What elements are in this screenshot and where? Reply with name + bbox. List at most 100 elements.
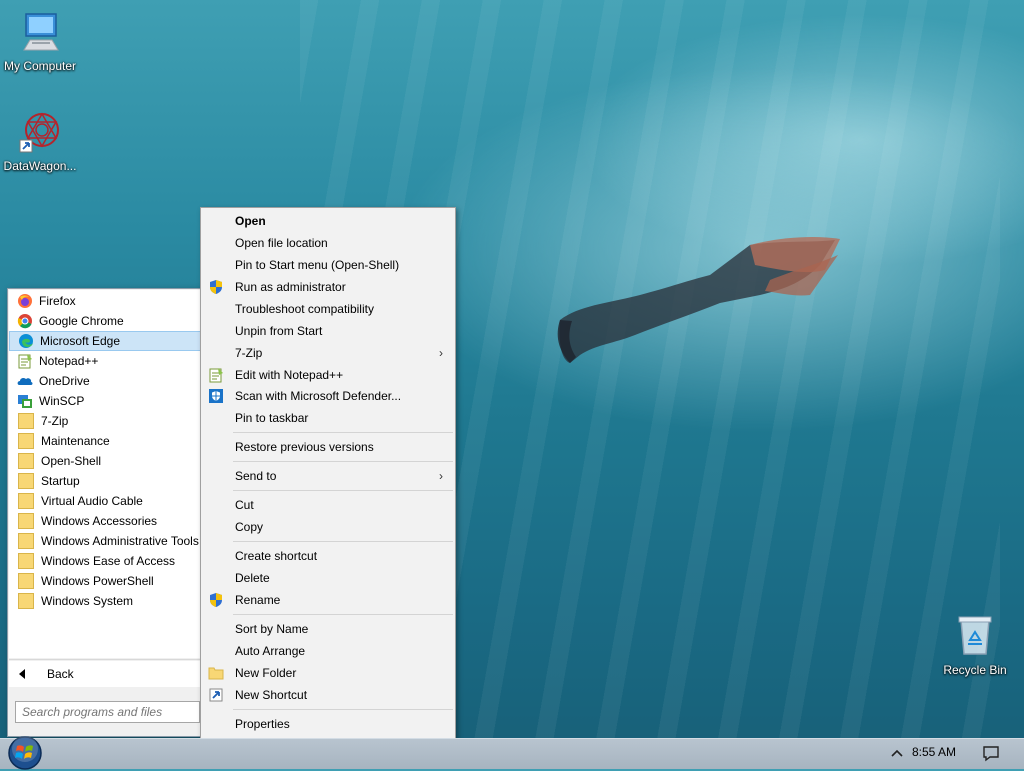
- program-label: Notepad++: [39, 354, 99, 368]
- menu-item-send-to[interactable]: Send to ›: [203, 465, 453, 487]
- submenu-arrow-icon: ›: [439, 469, 443, 483]
- folder-icon: [18, 413, 34, 429]
- menu-item-unpin-from-start[interactable]: Unpin from Start: [203, 320, 453, 342]
- program-label: Windows Accessories: [41, 514, 158, 528]
- menu-item-label: Create shortcut: [235, 549, 318, 563]
- menu-item-new-shortcut[interactable]: New Shortcut: [203, 684, 453, 706]
- menu-separator: [233, 432, 453, 433]
- menu-item-label: Open file location: [235, 236, 328, 250]
- action-center-icon[interactable]: [982, 744, 1000, 762]
- program-label: 7-Zip: [41, 414, 69, 428]
- program-item-windows-system[interactable]: Windows System: [9, 591, 202, 611]
- menu-item-7zip[interactable]: 7-Zip ›: [203, 342, 453, 364]
- desktop-icon-my-computer[interactable]: My Computer: [0, 10, 80, 73]
- menu-item-sort-by-name[interactable]: Sort by Name: [203, 618, 453, 640]
- datawagon-logo-icon: [19, 112, 59, 153]
- program-item-virtual-audio-cable[interactable]: Virtual Audio Cable: [9, 491, 202, 511]
- program-item-onedrive[interactable]: OneDrive: [9, 371, 202, 391]
- menu-item-label: Troubleshoot compatibility: [235, 302, 374, 316]
- program-label: Microsoft Edge: [40, 334, 121, 348]
- menu-item-new-folder[interactable]: New Folder: [203, 662, 453, 684]
- folder-icon: [18, 533, 34, 549]
- program-item-windows-administrative-tools[interactable]: Windows Administrative Tools: [9, 531, 202, 551]
- menu-item-edit-with-notepadpp[interactable]: Edit with Notepad++: [203, 364, 453, 386]
- folder-icon: [208, 667, 224, 680]
- menu-item-create-shortcut[interactable]: Create shortcut: [203, 545, 453, 567]
- menu-item-cut[interactable]: Cut: [203, 494, 453, 516]
- menu-item-run-as-administrator[interactable]: Run as administrator: [203, 276, 453, 298]
- program-item-firefox[interactable]: Firefox: [9, 291, 202, 311]
- desktop-icon-datawagon[interactable]: DataWagon...: [0, 110, 80, 173]
- menu-separator: [233, 490, 453, 491]
- program-item-google-chrome[interactable]: Google Chrome: [9, 311, 202, 331]
- uac-shield-icon: [210, 593, 222, 607]
- program-item-windows-accessories[interactable]: Windows Accessories: [9, 511, 202, 531]
- menu-item-properties[interactable]: Properties: [203, 713, 453, 735]
- menu-item-label: Open: [235, 214, 266, 228]
- menu-separator: [233, 461, 453, 462]
- menu-item-auto-arrange[interactable]: Auto Arrange: [203, 640, 453, 662]
- start-menu-divider: [9, 659, 202, 660]
- menu-item-label: Run as administrator: [235, 280, 346, 294]
- start-button[interactable]: [5, 735, 45, 771]
- menu-item-scan-with-defender[interactable]: Scan with Microsoft Defender...: [203, 385, 453, 407]
- folder-icon: [18, 573, 34, 589]
- program-item-microsoft-edge[interactable]: Microsoft Edge: [9, 331, 202, 351]
- menu-item-open-file-location[interactable]: Open file location: [203, 232, 453, 254]
- menu-item-pin-to-taskbar[interactable]: Pin to taskbar: [203, 407, 453, 429]
- program-label: Startup: [41, 474, 80, 488]
- desktop-icon-label: My Computer: [3, 59, 77, 73]
- menu-item-label: Restore previous versions: [235, 440, 374, 454]
- edge-icon: [19, 334, 33, 348]
- menu-item-label: Auto Arrange: [235, 644, 306, 658]
- desktop-icon-recycle-bin[interactable]: Recycle Bin: [935, 614, 1015, 677]
- program-label: OneDrive: [39, 374, 90, 388]
- taskbar: [0, 738, 1024, 769]
- folder-icon: [18, 513, 34, 529]
- menu-item-label: Unpin from Start: [235, 324, 323, 338]
- program-item-7zip[interactable]: 7-Zip: [9, 411, 202, 431]
- menu-item-pin-to-start[interactable]: Pin to Start menu (Open-Shell): [203, 254, 453, 276]
- menu-separator: [233, 709, 453, 710]
- wallpaper-diver: [557, 237, 840, 363]
- taskbar-clock[interactable]: 8:55 AM: [912, 745, 956, 759]
- program-item-notepadpp[interactable]: Notepad++: [9, 351, 202, 371]
- menu-item-copy[interactable]: Copy: [203, 516, 453, 538]
- folder-icon: [18, 593, 34, 609]
- menu-item-troubleshoot-compatibility[interactable]: Troubleshoot compatibility: [203, 298, 453, 320]
- program-label: Google Chrome: [39, 314, 124, 328]
- folder-icon: [18, 433, 34, 449]
- context-menu: Open Open file location Pin to Start men…: [200, 207, 456, 740]
- program-list: Firefox Google Chrome Microsoft Edge Not…: [9, 290, 202, 658]
- program-item-open-shell[interactable]: Open-Shell: [9, 451, 202, 471]
- menu-item-label: Delete: [235, 571, 270, 585]
- menu-item-label: Pin to Start menu (Open-Shell): [235, 258, 400, 272]
- program-item-windows-powershell[interactable]: Windows PowerShell: [9, 571, 202, 591]
- menu-item-delete[interactable]: Delete: [203, 567, 453, 589]
- program-label: Windows Administrative Tools: [41, 534, 199, 548]
- submenu-arrow-icon: ›: [439, 346, 443, 360]
- program-item-windows-ease-of-access[interactable]: Windows Ease of Access: [9, 551, 202, 571]
- program-label: Windows System: [41, 594, 134, 608]
- program-item-winscp[interactable]: WinSCP: [9, 391, 202, 411]
- menu-item-label: Cut: [235, 498, 254, 512]
- uac-shield-icon: [210, 280, 222, 294]
- search-input[interactable]: [15, 701, 200, 723]
- program-label: Firefox: [39, 294, 76, 308]
- desktop-icon-label: Recycle Bin: [943, 663, 1007, 677]
- program-label: Virtual Audio Cable: [41, 494, 143, 508]
- winscp-icon: [18, 395, 32, 408]
- menu-item-label: 7-Zip: [235, 346, 263, 360]
- menu-item-rename[interactable]: Rename: [203, 589, 453, 611]
- back-button[interactable]: Back: [9, 661, 202, 687]
- menu-separator: [233, 541, 453, 542]
- menu-item-open[interactable]: Open: [203, 210, 453, 232]
- show-hidden-icons-chevron-icon[interactable]: [889, 745, 905, 761]
- notepadpp-icon: [18, 354, 32, 369]
- program-item-startup[interactable]: Startup: [9, 471, 202, 491]
- program-item-maintenance[interactable]: Maintenance: [9, 431, 202, 451]
- menu-item-restore-previous-versions[interactable]: Restore previous versions: [203, 436, 453, 458]
- folder-icon: [18, 493, 34, 509]
- program-label: Open-Shell: [41, 454, 102, 468]
- start-menu: Firefox Google Chrome Microsoft Edge Not…: [7, 288, 204, 737]
